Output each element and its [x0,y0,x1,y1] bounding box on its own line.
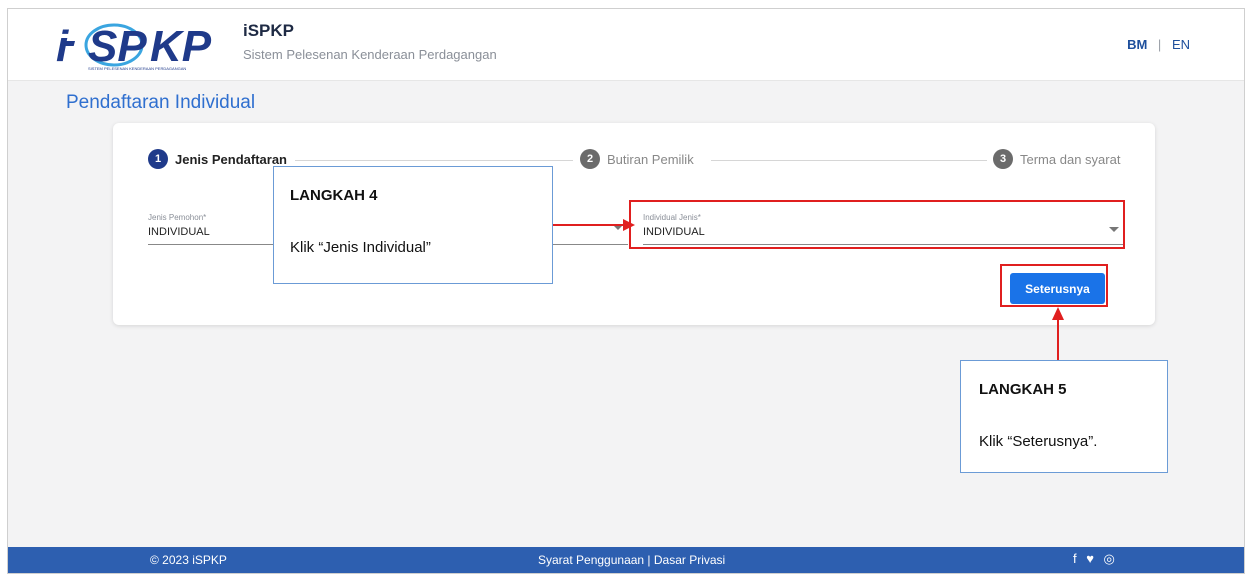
footer: © 2023 iSPKP Syarat Penggunaan | Dasar P… [8,547,1244,573]
svg-text:i: i [56,22,69,71]
callout-step-5: LANGKAH 5 Klik “Seterusnya”. [960,360,1168,473]
step-label: Jenis Pendaftaran [175,151,287,167]
step-number-badge: 3 [993,149,1013,169]
footer-links[interactable]: Syarat Penggunaan | Dasar Privasi [538,553,725,567]
step-jenis-pendaftaran: 1 Jenis Pendaftaran [148,149,287,169]
top-bar: i SP KP SISTEM PELESENAN KENDERAAN PERDA… [8,9,1244,81]
lang-bm-link[interactable]: BM [1127,37,1147,52]
highlight-box-individual-jenis [629,200,1125,249]
ispkp-logo[interactable]: i SP KP SISTEM PELESENAN KENDERAAN PERDA… [52,15,242,73]
callout-title: LANGKAH 4 [290,187,378,204]
step-butiran-pemilik: 2 Butiran Pemilik [580,149,694,169]
svg-text:SISTEM PELESENAN KENDERAAN PER: SISTEM PELESENAN KENDERAAN PERDAGANGAN [88,66,186,71]
footer-copyright: © 2023 iSPKP [150,553,227,567]
callout-step-4: LANGKAH 4 Klik “Jenis Individual” [273,166,553,284]
app-title: iSPKP [243,21,295,40]
callout-title: LANGKAH 5 [979,381,1067,398]
stepper-connector [711,160,987,161]
chevron-down-icon[interactable] [613,225,623,230]
svg-text:SP: SP [88,22,147,71]
page-title: Pendaftaran Individual [66,92,256,113]
stepper-connector [295,160,573,161]
app-subtitle: Sistem Pelesenan Kenderaan Perdagangan [243,47,497,62]
language-switcher: BM | EN [1127,37,1190,52]
step-label: Terma dan syarat [1020,151,1121,167]
step-label: Butiran Pemilik [607,151,694,167]
callout-text: Klik “Jenis Individual” [290,239,431,256]
svg-text:KP: KP [150,22,212,71]
callout-text: Klik “Seterusnya”. [979,433,1098,450]
step-terma-dan-syarat: 3 Terma dan syarat [993,149,1120,169]
lang-separator: | [1157,37,1162,52]
lang-en-link[interactable]: EN [1172,37,1190,52]
social-icons[interactable]: f ♥ ◎ [1073,551,1118,567]
step-number-badge: 2 [580,149,600,169]
highlight-box-seterusnya [1000,264,1108,307]
step-number-badge: 1 [148,149,168,169]
